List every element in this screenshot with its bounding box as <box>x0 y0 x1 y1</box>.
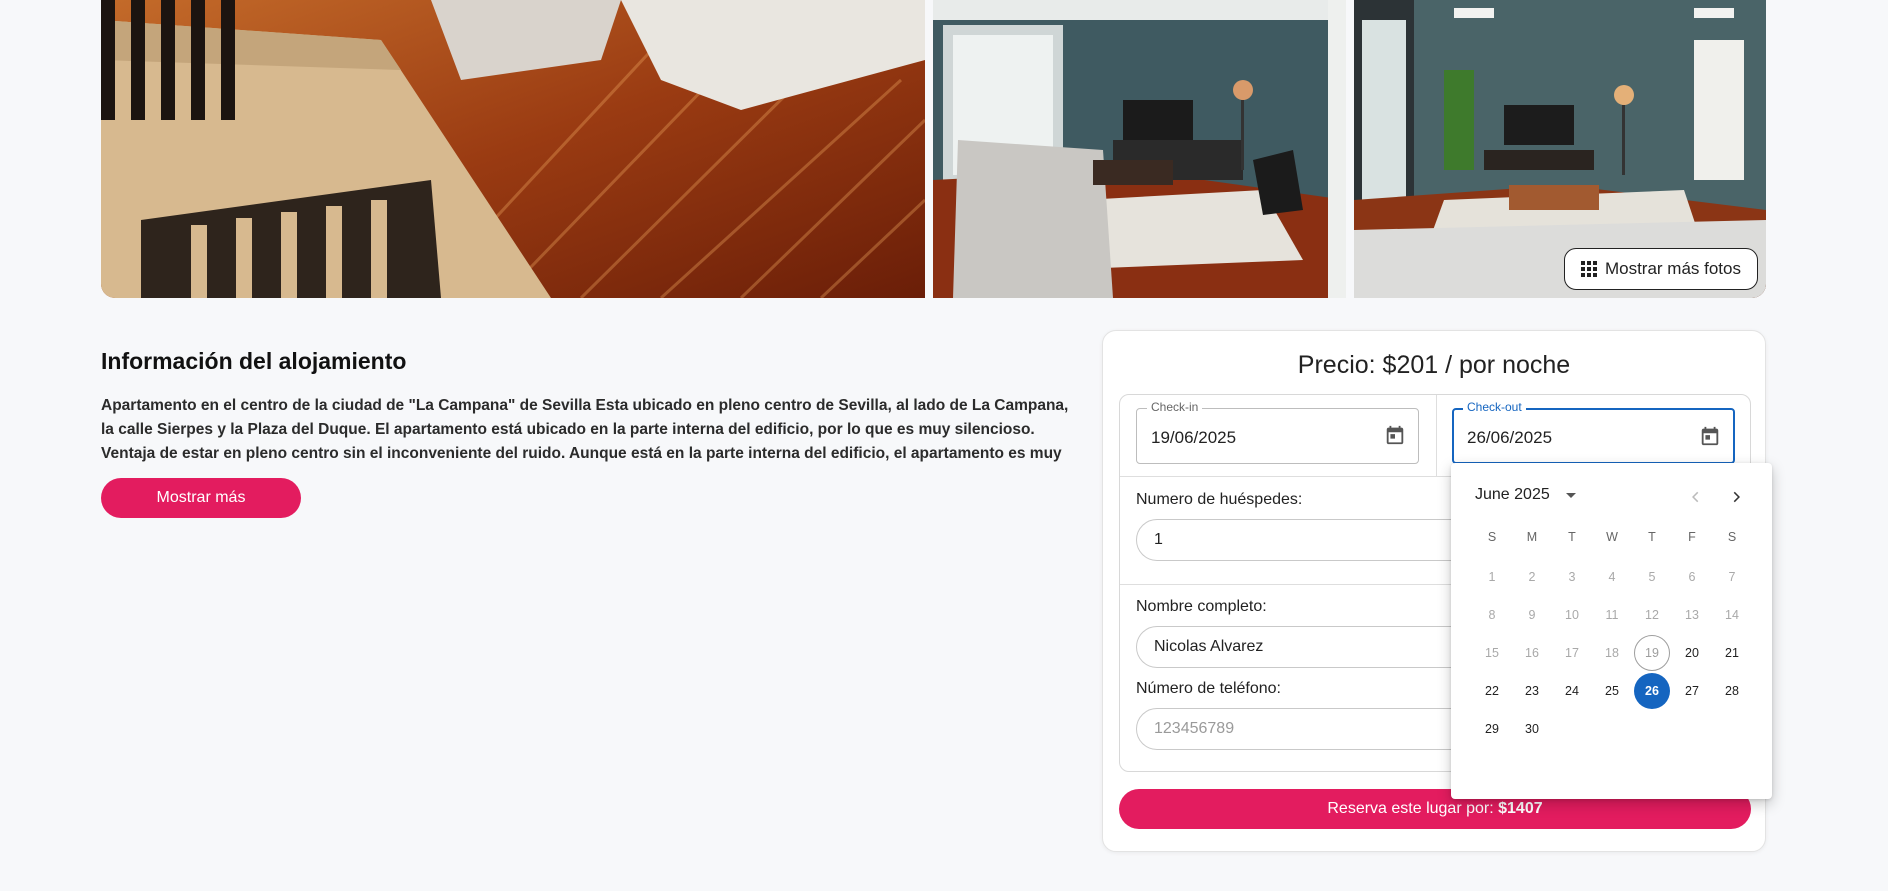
day-cell: 2 <box>1512 558 1552 596</box>
day-cell[interactable]: 24 <box>1552 672 1592 710</box>
day-number: 17 <box>1565 646 1579 660</box>
day-number: 10 <box>1565 608 1579 622</box>
checkout-value[interactable]: 26/06/2025 <box>1467 428 1552 448</box>
day-cell: 13 <box>1672 596 1712 634</box>
day-cell[interactable]: 20 <box>1672 634 1712 672</box>
day-number: 6 <box>1688 570 1696 584</box>
day-cell[interactable]: 21 <box>1712 634 1752 672</box>
day-number: 20 <box>1685 646 1699 660</box>
listing-info: Información del alojamiento Apartamento … <box>101 348 1071 518</box>
reserve-total: $1407 <box>1498 800 1543 817</box>
weekday: T <box>1568 530 1576 544</box>
day-cell: 18 <box>1592 634 1632 672</box>
photo-dining-floor[interactable] <box>101 0 925 298</box>
info-title: Información del alojamiento <box>101 348 407 374</box>
day-number: 24 <box>1565 684 1579 698</box>
date-picker: June 2025 S M T W T F S 1 2 3 4 5 6 7 8 9 10 11 12 1… <box>1451 463 1772 799</box>
show-more-photos-label: Mostrar más fotos <box>1604 259 1741 278</box>
day-cell: 4 <box>1592 558 1632 596</box>
day-number: 29 <box>1485 722 1499 736</box>
day-number: 2 <box>1528 570 1536 584</box>
day-number: 8 <box>1488 608 1496 622</box>
day-number: 5 <box>1648 570 1656 584</box>
day-number: 16 <box>1525 646 1539 660</box>
day-cell[interactable]: 29 <box>1472 710 1512 748</box>
checkin-label: Check-in <box>1147 400 1203 414</box>
chevron-down-icon[interactable] <box>1565 492 1576 498</box>
prev-month-button[interactable] <box>1684 485 1708 509</box>
day-cell: 12 <box>1632 596 1672 634</box>
day-cell: 9 <box>1512 596 1552 634</box>
month-switcher[interactable]: June 2025 <box>1475 486 1576 504</box>
info-description: Apartamento en el centro de la ciudad de… <box>101 397 1069 462</box>
calendar-icon[interactable] <box>1384 424 1406 451</box>
day-cell[interactable]: 27 <box>1672 672 1712 710</box>
day-cell: 11 <box>1592 596 1632 634</box>
day-number: 7 <box>1728 570 1736 584</box>
chevron-left-icon <box>1692 491 1699 503</box>
day-grid: 1 2 3 4 5 6 7 8 9 10 11 12 13 14 15 16 17 18 19 20 21 22 23 24 2… <box>1472 558 1752 748</box>
day-number: 27 <box>1685 684 1699 698</box>
photo-living-room-tv[interactable]: Mostrar más fotos <box>1354 0 1766 298</box>
reserve-label: Reserva este lugar por: <box>1327 800 1494 817</box>
photo-living-room[interactable] <box>933 0 1346 298</box>
show-more-photos-button[interactable]: Mostrar más fotos <box>1563 248 1758 290</box>
day-cell[interactable]: 23 <box>1512 672 1552 710</box>
day-number: 22 <box>1485 684 1499 698</box>
day-number: 19 <box>1634 635 1670 671</box>
photo-gallery: Mostrar más fotos <box>101 0 1766 298</box>
day-cell: 16 <box>1512 634 1552 672</box>
weekday-header: S M T W T F S <box>1472 530 1752 544</box>
day-cell: 17 <box>1552 634 1592 672</box>
day-number: 1 <box>1488 570 1496 584</box>
day-number: 14 <box>1725 608 1739 622</box>
day-cell[interactable]: 25 <box>1592 672 1632 710</box>
day-number: 9 <box>1528 608 1536 622</box>
day-number: 18 <box>1605 646 1619 660</box>
day-number: 28 <box>1725 684 1739 698</box>
next-month-button[interactable] <box>1724 485 1748 509</box>
day-cell-selected[interactable]: 26 <box>1632 672 1672 710</box>
weekday: S <box>1727 530 1737 544</box>
day-number: 21 <box>1725 646 1739 660</box>
day-cell: 7 <box>1712 558 1752 596</box>
day-cell: 3 <box>1552 558 1592 596</box>
chevron-right-icon <box>1733 491 1740 503</box>
day-cell: 15 <box>1472 634 1512 672</box>
calendar-icon[interactable] <box>1699 425 1721 452</box>
day-number: 11 <box>1605 608 1619 622</box>
day-number: 30 <box>1525 722 1539 736</box>
day-number: 4 <box>1608 570 1616 584</box>
weekday: W <box>1606 530 1618 544</box>
weekday: S <box>1487 530 1497 544</box>
day-cell[interactable]: 22 <box>1472 672 1512 710</box>
day-number: 3 <box>1568 570 1576 584</box>
weekday: M <box>1526 530 1538 544</box>
day-number: 15 <box>1485 646 1499 660</box>
weekday: T <box>1648 530 1656 544</box>
day-cell: 5 <box>1632 558 1672 596</box>
day-cell: 10 <box>1552 596 1592 634</box>
day-cell: 6 <box>1672 558 1712 596</box>
show-more-button[interactable]: Mostrar más <box>101 478 301 518</box>
day-cell: 14 <box>1712 596 1752 634</box>
day-number: 25 <box>1605 684 1619 698</box>
day-number: 12 <box>1645 608 1659 622</box>
day-number: 13 <box>1685 608 1699 622</box>
checkin-value[interactable]: 19/06/2025 <box>1151 428 1236 448</box>
grid-icon <box>1580 261 1597 277</box>
day-cell: 1 <box>1472 558 1512 596</box>
weekday: F <box>1688 530 1696 544</box>
day-cell: 8 <box>1472 596 1512 634</box>
price-per-night: Precio: $201 / por noche <box>1297 351 1571 379</box>
day-cell: 19 <box>1632 634 1672 672</box>
checkout-field[interactable]: Check-out 26/06/2025 <box>1452 400 1735 464</box>
day-number: 26 <box>1634 673 1670 709</box>
checkout-label: Check-out <box>1463 400 1526 414</box>
day-cell[interactable]: 28 <box>1712 672 1752 710</box>
month-label: June 2025 <box>1475 486 1550 503</box>
checkin-field[interactable]: Check-in 19/06/2025 <box>1136 400 1419 464</box>
day-cell[interactable]: 30 <box>1512 710 1552 748</box>
day-number: 23 <box>1525 684 1539 698</box>
